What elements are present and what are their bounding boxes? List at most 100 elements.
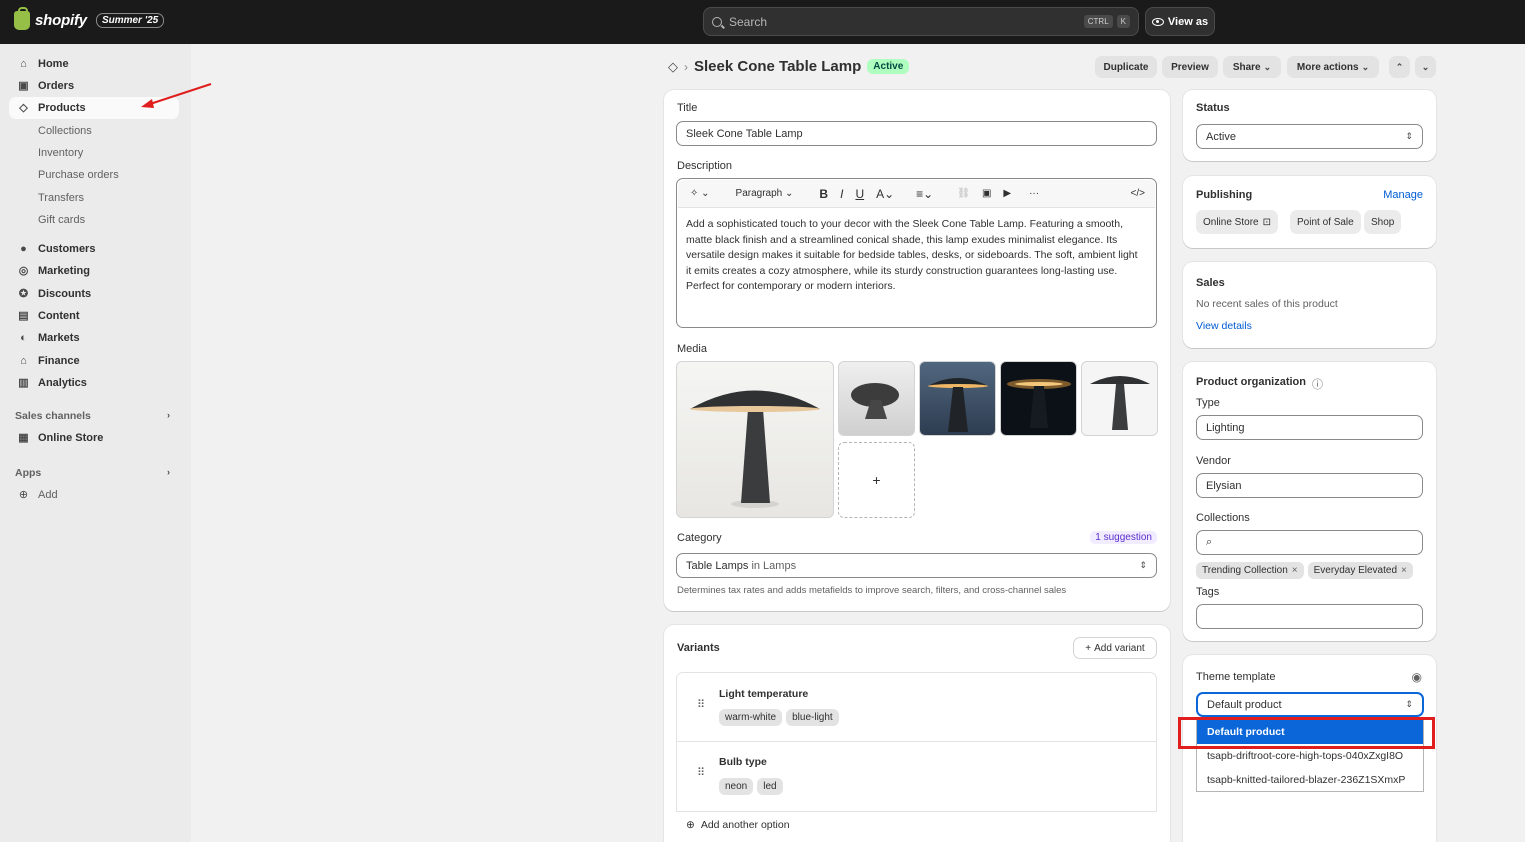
video-icon[interactable]: ▶: [1003, 188, 1011, 199]
media-thumb-4[interactable]: [1081, 361, 1158, 436]
media-thumb-1[interactable]: [838, 361, 915, 436]
image-icon[interactable]: ▣: [982, 188, 991, 199]
preview-label: Preview: [1171, 61, 1209, 73]
paragraph-label: Paragraph: [735, 188, 783, 199]
collections-search-input[interactable]: ⌕: [1196, 530, 1423, 555]
add-variant-button[interactable]: + Add variant: [1073, 637, 1157, 659]
breadcrumb-separator: ›: [684, 59, 688, 74]
add-media-button[interactable]: +: [838, 442, 915, 518]
bold-icon[interactable]: B: [819, 187, 828, 201]
sidebar-item-analytics[interactable]: ▥ Analytics: [9, 372, 179, 394]
view-as-label: View as: [1167, 15, 1209, 28]
drag-handle-icon[interactable]: ⠿: [697, 768, 705, 779]
preview-button[interactable]: Preview: [1162, 56, 1218, 78]
category-suggestion-badge[interactable]: 1 suggestion: [1090, 531, 1157, 544]
globe-icon: ◐: [20, 331, 27, 344]
category-label: Category: [677, 532, 722, 544]
option-value-chip: warm-white: [719, 709, 783, 726]
type-input[interactable]: Lighting: [1196, 415, 1423, 440]
sidebar-item-discounts[interactable]: ✪ Discounts: [9, 283, 179, 305]
sales-label: Sales: [1196, 277, 1225, 289]
sidebar-item-add-app[interactable]: ⊕ Add: [9, 484, 179, 506]
drag-handle-icon[interactable]: ⠿: [697, 700, 705, 711]
search-bar[interactable]: Search CTRL K: [703, 7, 1139, 36]
sidebar-item-customers[interactable]: ● Customers: [9, 238, 179, 260]
chevron-up-icon: ⌃: [1395, 61, 1404, 72]
previous-product-button[interactable]: ⌃: [1389, 56, 1410, 78]
remove-icon[interactable]: ×: [1401, 565, 1407, 576]
media-main-image[interactable]: [676, 361, 834, 518]
option-name: Light temperature: [719, 688, 809, 700]
align-icon[interactable]: ≡⌄: [916, 187, 933, 201]
code-view-icon[interactable]: </>: [1131, 188, 1145, 199]
sidebar-item-label: Customers: [38, 243, 96, 255]
ai-magic-icon[interactable]: ✧ ⌄: [690, 188, 710, 199]
collection-chip: Trending Collection ×: [1196, 562, 1304, 579]
view-details-link[interactable]: View details: [1196, 320, 1252, 332]
sidebar-subitem-purchase-orders[interactable]: Purchase orders: [38, 169, 119, 181]
next-product-button[interactable]: ⌄: [1415, 56, 1436, 78]
more-icon[interactable]: ···: [1029, 188, 1039, 199]
media-thumb-2[interactable]: [919, 361, 996, 436]
media-label: Media: [677, 343, 707, 355]
organization-label: Product organization: [1196, 376, 1306, 388]
add-another-option-button[interactable]: ⊕ Add another option: [686, 819, 790, 831]
lamp-image: [851, 383, 899, 419]
select-arrows-icon: ⇕: [1139, 560, 1147, 570]
sidebar-item-markets[interactable]: ◐ Markets: [9, 327, 179, 349]
sidebar-item-marketing[interactable]: ◎ Marketing: [9, 260, 179, 282]
more-actions-button[interactable]: More actions ⌄: [1287, 56, 1379, 78]
tag-icon[interactable]: ◇: [668, 59, 678, 75]
discount-icon: ✪: [18, 287, 29, 300]
channel-name: Online Store: [1203, 216, 1259, 228]
vendor-label: Vendor: [1196, 455, 1231, 467]
view-as-button[interactable]: View as: [1145, 7, 1215, 36]
italic-icon[interactable]: I: [840, 187, 843, 201]
collection-name: Everyday Elevated: [1313, 565, 1398, 576]
category-parent: in Lamps: [751, 559, 797, 572]
sidebar-subitem-transfers[interactable]: Transfers: [38, 192, 84, 204]
paragraph-format-select[interactable]: Paragraph ⌄: [736, 188, 794, 199]
bank-icon: ⌂: [20, 354, 27, 367]
tags-input[interactable]: [1196, 604, 1423, 629]
sales-channels-heading[interactable]: Sales channels ›: [15, 410, 170, 422]
remove-icon[interactable]: ×: [1292, 565, 1298, 576]
info-icon[interactable]: ⓘ: [1312, 376, 1323, 392]
vendor-value: Elysian: [1206, 479, 1242, 492]
sidebar-item-finance[interactable]: ⌂ Finance: [9, 350, 179, 372]
page-title: Sleek Cone Table Lamp: [694, 58, 862, 75]
publishing-label: Publishing: [1196, 189, 1253, 201]
calendar-clock-icon: ⊡: [1262, 216, 1271, 228]
sidebar-subitem-inventory[interactable]: Inventory: [38, 147, 83, 159]
organization-heading: Product organization ⓘ: [1196, 376, 1323, 392]
sidebar-item-online-store[interactable]: ▦ Online Store: [9, 427, 179, 449]
title-input[interactable]: Sleek Cone Table Lamp: [676, 121, 1157, 146]
status-label: Status: [1196, 102, 1230, 114]
link-icon[interactable]: ⛓: [957, 188, 970, 199]
dropdown-option[interactable]: tsapb-knitted-tailored-blazer-236Z1SXmxP: [1197, 768, 1423, 792]
status-badge: Active: [867, 59, 910, 74]
sidebar-subitem-gift-cards[interactable]: Gift cards: [38, 214, 85, 226]
sidebar-item-content[interactable]: ▤ Content: [9, 305, 179, 327]
media-thumb-3[interactable]: [1000, 361, 1077, 436]
duplicate-button[interactable]: Duplicate: [1095, 56, 1157, 78]
text-color-icon[interactable]: A⌄: [876, 187, 894, 201]
underline-icon[interactable]: U: [855, 187, 864, 201]
manage-publishing-link[interactable]: Manage: [1383, 189, 1423, 201]
category-select[interactable]: Table Lamps in Lamps ⇕: [676, 553, 1157, 578]
variants-label: Variants: [677, 642, 720, 654]
share-button[interactable]: Share ⌄: [1223, 56, 1281, 78]
annotation-highlight-box: [1178, 717, 1435, 749]
sidebar-item-label: Markets: [38, 332, 80, 344]
variant-option-row[interactable]: ⠿ Light temperature warm-white blue-light: [676, 672, 1157, 742]
variant-option-row[interactable]: ⠿ Bulb type neon led: [676, 741, 1157, 812]
apps-heading[interactable]: Apps ›: [15, 467, 170, 479]
vendor-input[interactable]: Elysian: [1196, 473, 1423, 498]
description-text: Add a sophisticated touch to your decor …: [686, 218, 1138, 293]
theme-template-select[interactable]: Default product ⇕: [1196, 692, 1424, 717]
channel-chip-online-store: Online Store ⊡: [1196, 210, 1278, 234]
eye-icon[interactable]: ◉: [1412, 670, 1422, 684]
status-select[interactable]: Active ⇕: [1196, 124, 1423, 149]
sales-text: No recent sales of this product: [1196, 298, 1338, 310]
description-editor[interactable]: ✧ ⌄ Paragraph ⌄ B I U A⌄ ≡⌄ ⛓ ▣ ▶ ··· </…: [676, 178, 1157, 328]
